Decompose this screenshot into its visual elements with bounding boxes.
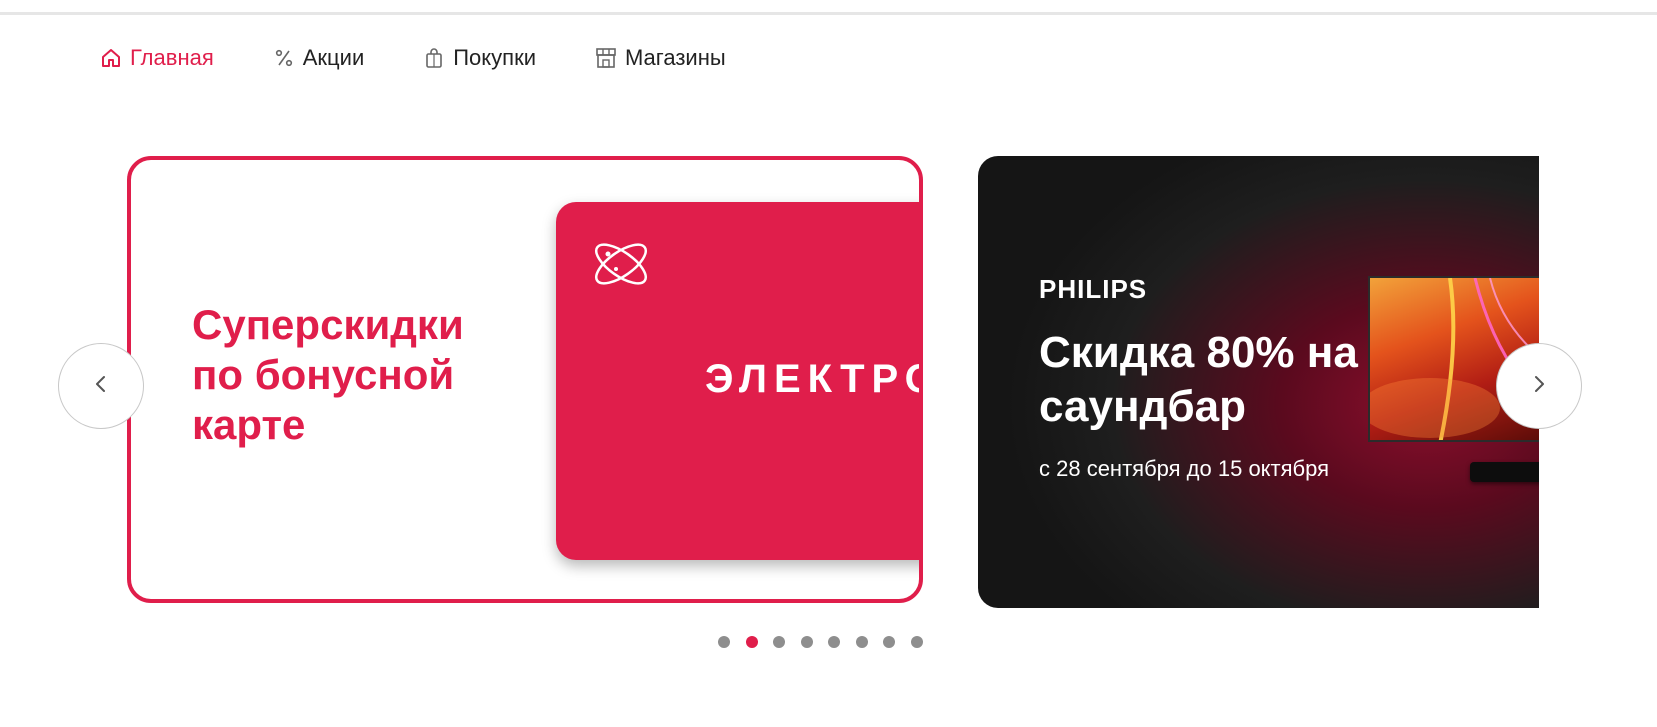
pagination-dot[interactable] xyxy=(773,636,785,648)
main-nav: Главная Акции Покупки Магазины xyxy=(98,40,783,76)
nav-item-label: Магазины xyxy=(624,45,726,70)
nav-item-label: Акции xyxy=(302,45,365,70)
carousel-pagination xyxy=(718,636,938,648)
pagination-dot[interactable] xyxy=(910,636,923,648)
slide-title: Скидка 80% на саундбар xyxy=(1039,328,1358,431)
nav-item-label: Главная xyxy=(130,45,214,70)
soundbar-product-image xyxy=(1470,462,1539,482)
store-icon xyxy=(593,45,619,71)
pagination-dot[interactable] xyxy=(855,636,868,648)
slide-title: Суперскидки по бонусной карте xyxy=(192,301,464,448)
chevron-left-icon xyxy=(93,372,109,401)
promo-slide-philips[interactable]: PHILIPS Скидка 80% на саундбар с 28 сент… xyxy=(978,156,1539,608)
slide-subtitle: с 28 сентября до 15 октября xyxy=(1039,456,1330,481)
bonus-card-image: ЭЛЕКТРО xyxy=(556,202,923,560)
pagination-dot[interactable] xyxy=(883,636,895,648)
brand-logo: PHILIPS xyxy=(1039,274,1148,304)
carousel-next-button[interactable] xyxy=(1496,343,1582,429)
carousel-prev-button[interactable] xyxy=(58,343,144,429)
top-divider xyxy=(0,12,1657,15)
nav-item-stores[interactable]: Магазины xyxy=(593,45,726,71)
nav-item-label: Покупки xyxy=(453,45,536,70)
pagination-dot[interactable] xyxy=(800,636,813,648)
nav-item-home[interactable]: Главная xyxy=(98,45,214,71)
pagination-dot-active[interactable] xyxy=(745,636,758,648)
promo-slide-bonus-card[interactable]: Суперскидки по бонусной карте ЭЛЕКТРО xyxy=(127,156,923,603)
chevron-right-icon xyxy=(1531,372,1547,401)
atom-logo-icon xyxy=(590,236,652,292)
card-brand-text: ЭЛЕКТРО xyxy=(705,357,923,401)
percent-icon xyxy=(271,45,297,71)
pagination-dot[interactable] xyxy=(718,636,730,648)
promo-carousel: Суперскидки по бонусной карте ЭЛЕКТРО PH… xyxy=(0,150,1657,610)
nav-item-promotions[interactable]: Акции xyxy=(271,45,364,71)
shopping-bag-icon xyxy=(421,45,447,71)
home-icon xyxy=(98,45,124,71)
pagination-dot[interactable] xyxy=(828,636,840,648)
nav-item-purchases[interactable]: Покупки xyxy=(421,45,536,71)
